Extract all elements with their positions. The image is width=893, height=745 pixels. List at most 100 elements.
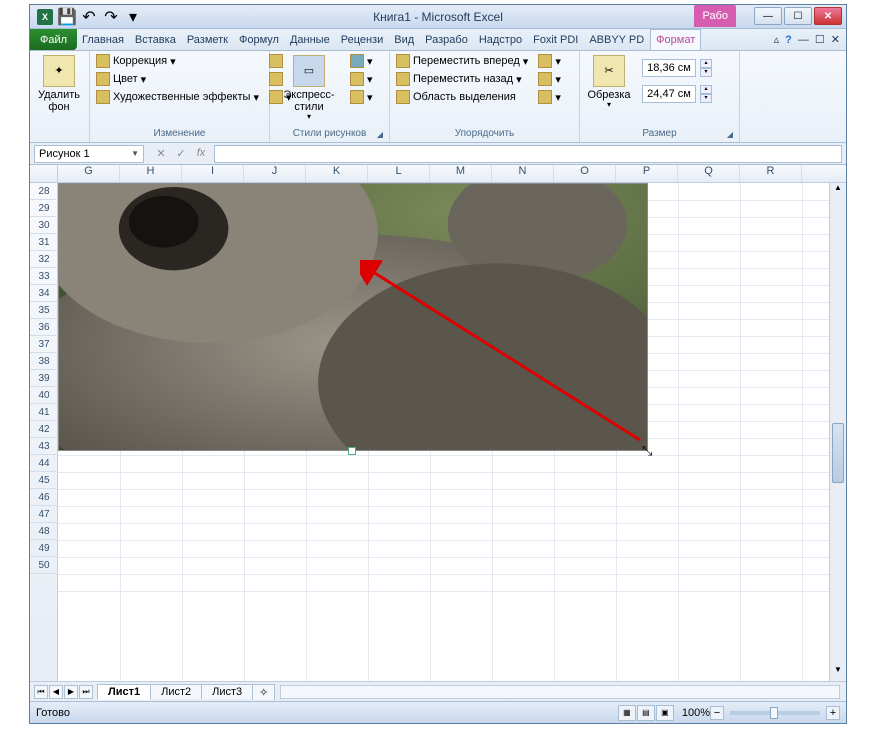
row-header[interactable]: 40 (30, 387, 58, 404)
col-header[interactable]: K (306, 165, 368, 182)
selection-pane-button[interactable]: Область выделения (394, 89, 530, 105)
vertical-scrollbar[interactable]: ▲ ▼ (829, 183, 846, 681)
row-header[interactable]: 32 (30, 251, 58, 268)
row-header[interactable]: 39 (30, 370, 58, 387)
width-up[interactable]: ▴ (700, 85, 712, 94)
row-header[interactable]: 29 (30, 200, 58, 217)
row-header[interactable]: 45 (30, 472, 58, 489)
express-styles-button[interactable]: ▭ Экспресс-стили ▾ (274, 53, 344, 124)
styles-dialog-launcher[interactable]: ◢ (377, 130, 383, 139)
inner-close-icon[interactable]: ✕ (831, 33, 840, 46)
col-header[interactable]: G (58, 165, 120, 182)
new-sheet-tab[interactable]: ✧ (252, 684, 275, 700)
bring-forward-button[interactable]: Переместить вперед ▾ (394, 53, 530, 69)
save-icon[interactable]: 💾 (58, 8, 76, 26)
row-header[interactable]: 47 (30, 506, 58, 523)
help-icon[interactable]: ? (785, 34, 792, 46)
align-button[interactable]: ▾ (536, 53, 563, 69)
scroll-thumb[interactable] (832, 423, 844, 483)
row-header[interactable]: 48 (30, 523, 58, 540)
color-button[interactable]: Цвет ▾ (94, 71, 261, 87)
row-header[interactable]: 33 (30, 268, 58, 285)
inner-minimize-icon[interactable]: — (798, 34, 809, 46)
file-tab[interactable]: Файл (30, 29, 77, 50)
sheet-nav-next[interactable]: ▶ (64, 685, 78, 699)
crop-button[interactable]: ✂ Обрезка ▾ (584, 53, 634, 112)
picture-handle-bottom[interactable] (348, 447, 356, 455)
tab-foxit[interactable]: Foxit PDI (528, 29, 584, 50)
page-layout-view-button[interactable]: ▤ (637, 705, 655, 721)
select-all-corner[interactable] (30, 165, 58, 182)
send-backward-button[interactable]: Переместить назад ▾ (394, 71, 530, 87)
corrections-button[interactable]: Коррекция ▾ (94, 53, 261, 69)
minimize-button[interactable]: — (754, 7, 782, 25)
name-box-dropdown-icon[interactable]: ▼ (131, 149, 139, 158)
tab-abbyy[interactable]: ABBYY PD (584, 29, 650, 50)
rotate-button[interactable]: ▾ (536, 89, 563, 105)
fx-icon[interactable]: fx (192, 147, 210, 160)
row-header[interactable]: 36 (30, 319, 58, 336)
formula-input[interactable] (214, 145, 842, 163)
qat-customize-icon[interactable]: ▾ (124, 8, 142, 26)
minimize-ribbon-icon[interactable]: ▵ (774, 33, 780, 46)
remove-background-button[interactable]: ✦ Удалить фон (34, 53, 84, 115)
row-header[interactable]: 34 (30, 285, 58, 302)
sheet-nav-last[interactable]: ⏭ (79, 685, 93, 699)
tab-format[interactable]: Формат (650, 29, 701, 50)
size-dialog-launcher[interactable]: ◢ (727, 130, 733, 139)
redo-icon[interactable]: ↷ (102, 8, 120, 26)
sheet-tab[interactable]: Лист1 (97, 684, 151, 700)
zoom-slider[interactable] (730, 711, 820, 715)
col-header[interactable]: Q (678, 165, 740, 182)
normal-view-button[interactable]: ▦ (618, 705, 636, 721)
col-header[interactable]: R (740, 165, 802, 182)
tab-insert[interactable]: Вставка (130, 29, 182, 50)
tab-layout[interactable]: Разметк (182, 29, 234, 50)
picture-effects-button[interactable]: ▾ (348, 71, 375, 87)
undo-icon[interactable]: ↶ (80, 8, 98, 26)
enter-formula-icon[interactable]: ✓ (172, 147, 190, 160)
width-input[interactable] (642, 85, 696, 103)
zoom-out-button[interactable]: − (710, 706, 724, 720)
col-header[interactable]: O (554, 165, 616, 182)
row-header[interactable]: 35 (30, 302, 58, 319)
col-header[interactable]: H (120, 165, 182, 182)
tab-home[interactable]: Главная (77, 29, 130, 50)
col-header[interactable]: P (616, 165, 678, 182)
height-down[interactable]: ▾ (700, 68, 712, 77)
row-header[interactable]: 37 (30, 336, 58, 353)
picture-layout-button[interactable]: ▾ (348, 89, 375, 105)
sheet-nav-first[interactable]: ⏮ (34, 685, 48, 699)
sheet-nav-prev[interactable]: ◀ (49, 685, 63, 699)
page-break-view-button[interactable]: ▣ (656, 705, 674, 721)
tab-addins[interactable]: Надстро (474, 29, 528, 50)
name-box[interactable]: Рисунок 1 ▼ (34, 145, 144, 163)
tab-data[interactable]: Данные (285, 29, 336, 50)
inner-restore-icon[interactable]: ☐ (815, 33, 825, 46)
row-header[interactable]: 49 (30, 540, 58, 557)
col-header[interactable]: J (244, 165, 306, 182)
zoom-slider-thumb[interactable] (770, 707, 778, 719)
col-header[interactable]: M (430, 165, 492, 182)
tab-view[interactable]: Вид (389, 29, 420, 50)
zoom-in-button[interactable]: + (826, 706, 840, 720)
horizontal-scrollbar[interactable] (280, 685, 840, 699)
row-header[interactable]: 44 (30, 455, 58, 472)
tab-developer[interactable]: Разрабо (420, 29, 474, 50)
group-button[interactable]: ▾ (536, 71, 563, 87)
sheet-tab[interactable]: Лист2 (150, 684, 202, 699)
maximize-button[interactable]: ☐ (784, 7, 812, 25)
row-header[interactable]: 41 (30, 404, 58, 421)
row-header[interactable]: 28 (30, 183, 58, 200)
row-header[interactable]: 31 (30, 234, 58, 251)
inserted-picture[interactable] (58, 183, 648, 451)
cancel-formula-icon[interactable]: ✕ (152, 147, 170, 160)
col-header[interactable]: L (368, 165, 430, 182)
row-header[interactable]: 43 (30, 438, 58, 455)
height-up[interactable]: ▴ (700, 59, 712, 68)
row-header[interactable]: 38 (30, 353, 58, 370)
tab-formulas[interactable]: Формул (234, 29, 285, 50)
col-header[interactable]: N (492, 165, 554, 182)
width-down[interactable]: ▾ (700, 94, 712, 103)
scroll-down-icon[interactable]: ▼ (830, 665, 846, 681)
